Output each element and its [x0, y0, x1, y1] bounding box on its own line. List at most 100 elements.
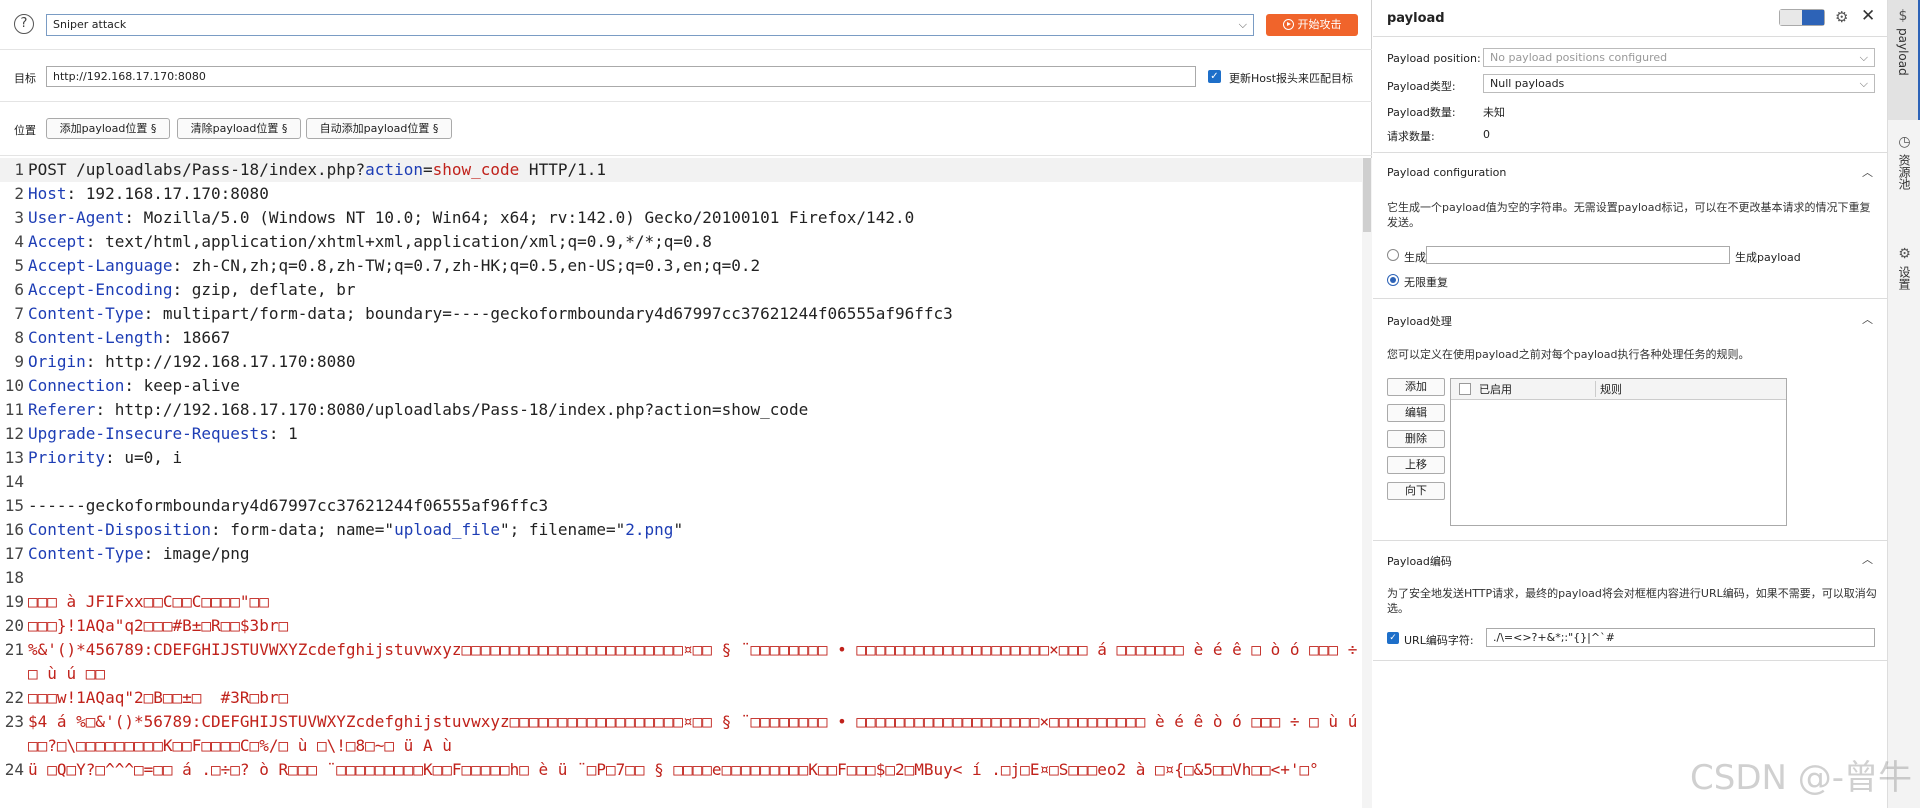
- line-code: Content-Length: 18667: [28, 326, 1362, 350]
- editor-line[interactable]: 13 Priority: u=0, i: [0, 446, 1362, 470]
- attack-type-row: ? Sniper attack ⌵ 开始攻击: [0, 0, 1372, 50]
- request-panel: ? Sniper attack ⌵ 开始攻击 目标 http://192.168…: [0, 0, 1372, 808]
- payload-type-select[interactable]: Null payloads ⌵: [1483, 74, 1875, 93]
- editor-line[interactable]: 14: [0, 470, 1362, 494]
- url-encode-label: URL编码字符:: [1404, 634, 1474, 647]
- layout-horizontal-icon[interactable]: [1780, 10, 1802, 25]
- editor-line[interactable]: 17 Content-Type: image/png: [0, 542, 1362, 566]
- help-icon[interactable]: ?: [14, 14, 34, 34]
- auto-add-payload-position-button[interactable]: 自动添加payload位置 §: [306, 118, 452, 139]
- editor-line[interactable]: 12 Upgrade-Insecure-Requests: 1: [0, 422, 1362, 446]
- delete-rule-button[interactable]: 删除: [1387, 430, 1445, 448]
- move-down-button[interactable]: 向下: [1387, 482, 1445, 500]
- code-token: : zh-CN,zh;q=0.8,zh-TW;q=0.7,zh-HK;q=0.5…: [172, 256, 761, 275]
- line-code: Accept-Language: zh-CN,zh;q=0.8,zh-TW;q=…: [28, 254, 1362, 278]
- editor-line[interactable]: 4 Accept: text/html,application/xhtml+xml…: [0, 230, 1362, 254]
- payload-panel: payload ⚙ ✕ Payload position: No payload…: [1373, 0, 1887, 808]
- editor-line[interactable]: 16 Content-Disposition: form-data; name="…: [0, 518, 1362, 542]
- select-all-checkbox[interactable]: [1459, 383, 1471, 395]
- start-attack-button[interactable]: 开始攻击: [1266, 14, 1358, 36]
- update-host-label: 更新Host报头来匹配目标: [1229, 72, 1354, 85]
- editor-line[interactable]: 11 Referer: http://192.168.17.170:8080/up…: [0, 398, 1362, 422]
- editor-scroll-thumb[interactable]: [1363, 158, 1371, 232]
- request-editor[interactable]: 1 POST /uploadlabs/Pass-18/index.php?acti…: [0, 158, 1362, 808]
- column-enabled[interactable]: 已启用: [1479, 381, 1595, 397]
- line-number: 23: [4, 712, 24, 731]
- edit-rule-button[interactable]: 编辑: [1387, 404, 1445, 422]
- close-icon[interactable]: ✕: [1861, 6, 1875, 26]
- payload-position-select[interactable]: No payload positions configured ⌵: [1483, 48, 1875, 67]
- editor-line[interactable]: 20 □□□}!1AQa"q2□□□#B±□R□□$3br□: [0, 614, 1362, 638]
- column-rule[interactable]: 规则: [1600, 381, 1622, 397]
- editor-line[interactable]: 21 %&'()*456789:CDEFGHIJSTUVWXYZcdefghijs…: [0, 638, 1362, 686]
- tab-resource-pool[interactable]: ◷ 资源池: [1888, 128, 1920, 238]
- target-label: 目标: [14, 72, 36, 85]
- divider: [1373, 660, 1887, 661]
- tab-settings-label: 设置: [1897, 266, 1911, 290]
- payload-processing-title: Payload处理: [1387, 315, 1452, 328]
- editor-line[interactable]: 2 Host: 192.168.17.170:8080: [0, 182, 1362, 206]
- tab-settings[interactable]: ⚙ 设置: [1888, 240, 1920, 330]
- line-number: 22: [4, 688, 24, 707]
- editor-line[interactable]: 24 ü □Q□Y?□^^^□=□□ á .□÷□? ò R□□□ ¨□□□□□□…: [0, 758, 1362, 806]
- editor-line[interactable]: 1 POST /uploadlabs/Pass-18/index.php?acti…: [0, 158, 1362, 182]
- generate-label: 生成: [1404, 251, 1426, 264]
- gear-icon[interactable]: ⚙: [1835, 8, 1848, 26]
- move-up-button[interactable]: 上移: [1387, 456, 1445, 474]
- editor-scrollbar[interactable]: [1362, 158, 1372, 808]
- code-token: $4 á %□&'()*56789:CDEFGHIJSTUVWXYZcdefgh…: [28, 712, 1358, 755]
- collapse-icon[interactable]: ︿: [1862, 551, 1873, 567]
- line-code: Connection: keep-alive: [28, 374, 1362, 398]
- rules-table[interactable]: 已启用 规则: [1450, 378, 1787, 526]
- code-token: ------geckoformboundary4d67997cc37621244…: [28, 496, 549, 515]
- divider: [1373, 298, 1887, 299]
- line-number: 8: [14, 328, 24, 347]
- line-number: 10: [4, 376, 24, 395]
- code-token: POST /uploadlabs/Pass-18/index.php?: [28, 160, 366, 179]
- editor-line[interactable]: 22 □□□w!1AQaq"2□B□□±□ #3R□br□: [0, 686, 1362, 710]
- add-payload-position-button[interactable]: 添加payload位置 §: [46, 118, 170, 139]
- editor-line[interactable]: 8 Content-Length: 18667: [0, 326, 1362, 350]
- attack-type-select[interactable]: Sniper attack ⌵: [46, 14, 1254, 36]
- generate-radio[interactable]: [1387, 249, 1399, 261]
- editor-line[interactable]: 6 Accept-Encoding: gzip, deflate, br: [0, 278, 1362, 302]
- layout-vertical-icon[interactable]: [1802, 10, 1824, 25]
- generate-count-input[interactable]: [1426, 246, 1730, 264]
- line-code: User-Agent: Mozilla/5.0 (Windows NT 10.0…: [28, 206, 1362, 230]
- editor-line[interactable]: 3 User-Agent: Mozilla/5.0 (Windows NT 10.…: [0, 206, 1362, 230]
- editor-line[interactable]: 5 Accept-Language: zh-CN,zh;q=0.8,zh-TW;q…: [0, 254, 1362, 278]
- url-encode-chars-input[interactable]: ./\=<>?+&*;:"{}|^`#: [1486, 628, 1875, 647]
- target-input[interactable]: http://192.168.17.170:8080: [46, 66, 1196, 87]
- tab-payload[interactable]: $ payload: [1888, 0, 1920, 120]
- url-encode-checkbox[interactable]: ✓: [1387, 632, 1399, 644]
- header-name: Priority: [28, 448, 106, 467]
- clear-payload-position-button[interactable]: 清除payload位置 §: [177, 118, 301, 139]
- chevron-down-icon: ⌵: [1859, 77, 1868, 90]
- line-number: 24: [4, 760, 24, 779]
- infinite-repeat-label: 无限重复: [1404, 276, 1448, 289]
- add-rule-button[interactable]: 添加: [1387, 378, 1445, 396]
- editor-line[interactable]: 10 Connection: keep-alive: [0, 374, 1362, 398]
- request-count-value: 0: [1483, 128, 1490, 141]
- payload-processing-description: 您可以定义在使用payload之前对每个payload执行各种处理任务的规则。: [1387, 348, 1750, 361]
- editor-line[interactable]: 19 □□□ à JFIFxx□□C□□C□□□□"□□: [0, 590, 1362, 614]
- code-token: ü □Q□Y?□^^^□=□□ á .□÷□? ò R□□□ ¨□□□□□□□□…: [28, 760, 1319, 779]
- editor-line[interactable]: 18: [0, 566, 1362, 590]
- divider: [1373, 540, 1887, 541]
- collapse-icon[interactable]: ︿: [1862, 311, 1873, 327]
- line-number: 15: [4, 496, 24, 515]
- play-icon: [1282, 19, 1294, 30]
- editor-line[interactable]: 9 Origin: http://192.168.17.170:8080: [0, 350, 1362, 374]
- collapse-icon[interactable]: ︿: [1862, 164, 1873, 180]
- code-token: %&'()*456789:CDEFGHIJSTUVWXYZcdefghijstu…: [28, 640, 1358, 683]
- side-tab-bar: $ payload ◷ 资源池 ⚙ 设置: [1887, 0, 1920, 808]
- editor-line[interactable]: 23 $4 á %□&'()*56789:CDEFGHIJSTUVWXYZcdef…: [0, 710, 1362, 758]
- editor-line[interactable]: 7 Content-Type: multipart/form-data; boun…: [0, 302, 1362, 326]
- infinite-repeat-radio[interactable]: [1387, 274, 1399, 286]
- line-number: 11: [4, 400, 24, 419]
- update-host-checkbox[interactable]: ✓: [1208, 70, 1221, 83]
- layout-toggle[interactable]: [1779, 9, 1825, 26]
- editor-line[interactable]: 15 ------geckoformboundary4d67997cc376212…: [0, 494, 1362, 518]
- code-token: : http://192.168.17.170:8080: [85, 352, 356, 371]
- payload-position-label: Payload position:: [1387, 52, 1481, 65]
